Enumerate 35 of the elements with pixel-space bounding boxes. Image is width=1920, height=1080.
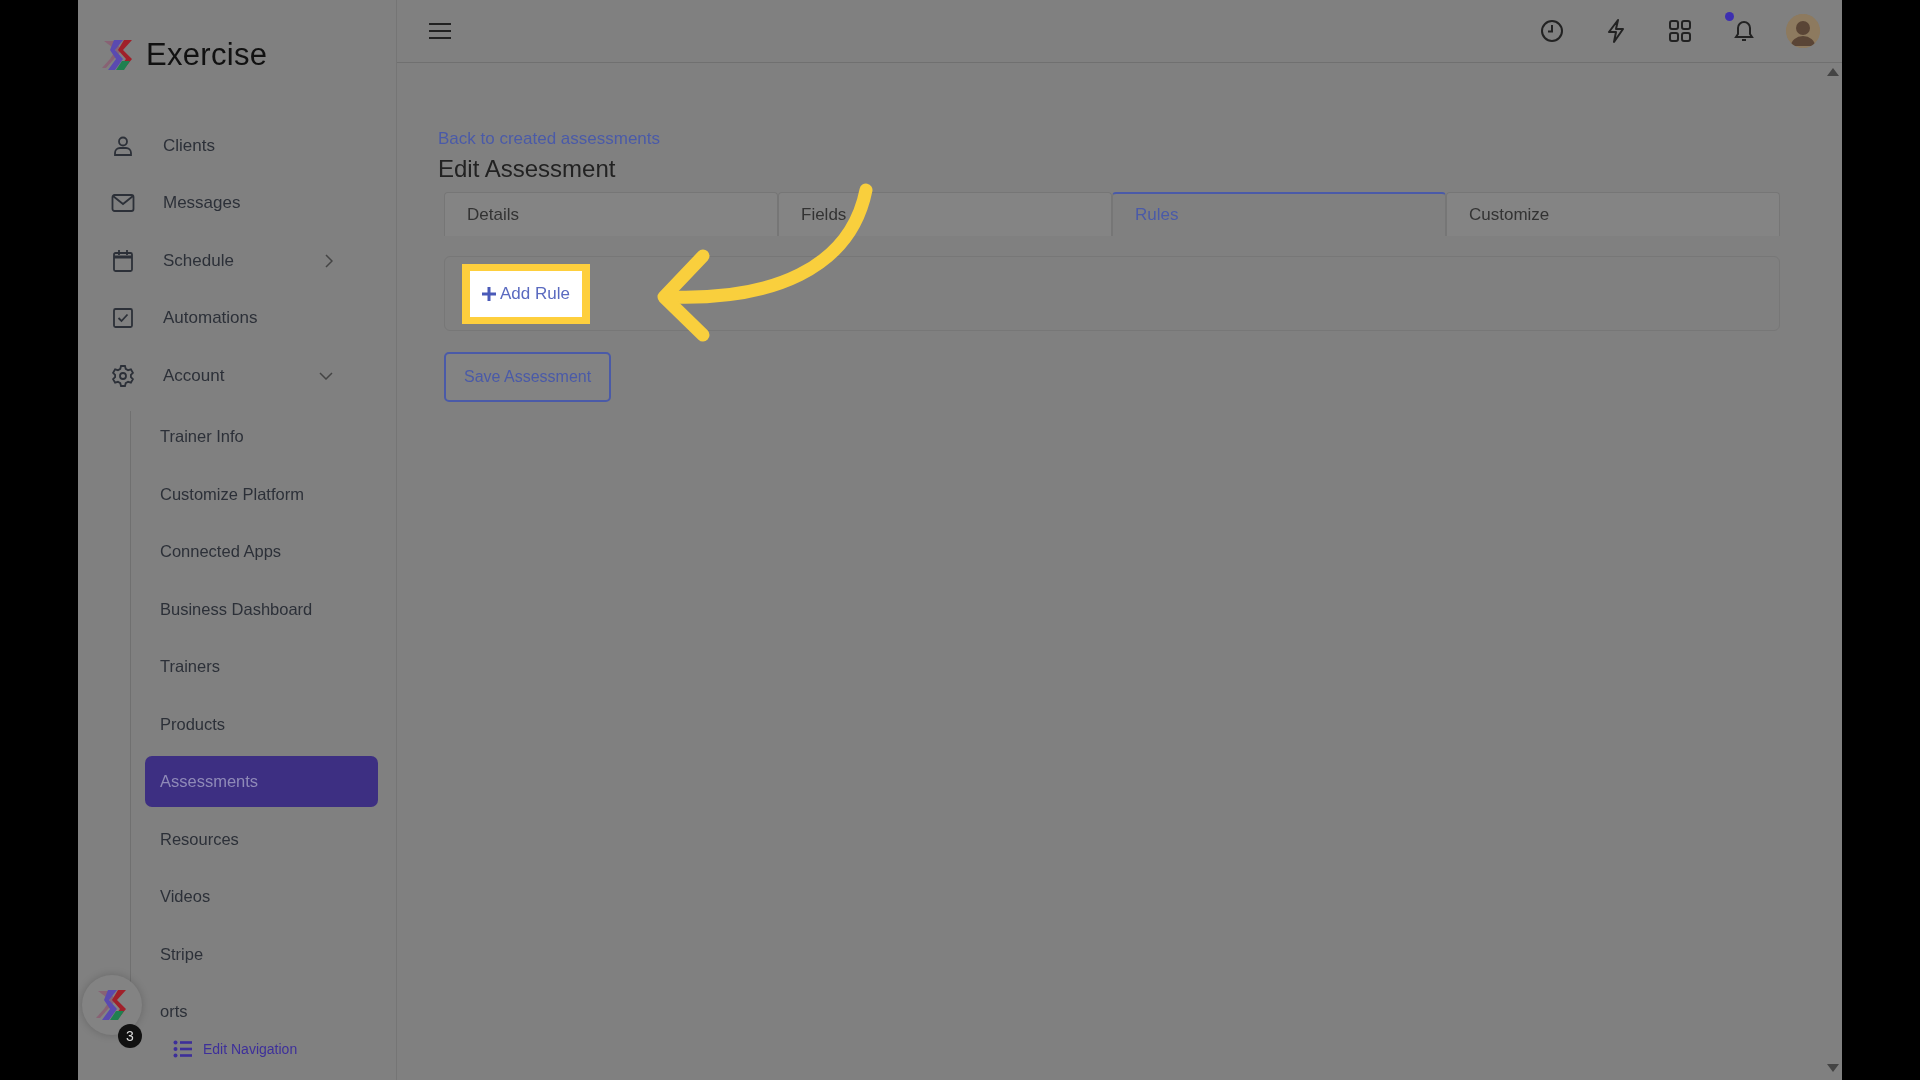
sidebar-item[interactable]: Automations [95,289,355,347]
sidebar-subitem[interactable]: Trainers [145,641,230,692]
tab[interactable]: Customize [1446,192,1780,236]
sidebar-item[interactable]: Account [95,347,355,405]
sidebar-subitem[interactable]: Videos [145,871,221,922]
scroll-down-icon[interactable] [1827,1064,1839,1072]
sidebar-subitem[interactable]: orts [145,986,198,1037]
scroll-up-icon[interactable] [1827,68,1839,76]
app-name: Exercise [146,37,268,73]
checkbox-icon [112,307,134,330]
avatar[interactable] [1786,14,1820,48]
sidebar-subitem[interactable]: Connected Apps [145,526,292,577]
sidebar-item[interactable]: Schedule [95,232,355,290]
sidebar-item[interactable]: Messages [95,174,355,232]
sidebar-subitem[interactable]: Resources [145,813,249,865]
count-badge: 3 [118,1024,142,1048]
sidebar-item[interactable]: Clients [95,117,355,175]
settings-icon [111,363,135,388]
edit-navigation-link[interactable]: Edit Navigation [203,1041,298,1057]
calendar-icon [112,248,134,273]
sidebar-subitem[interactable]: Products [145,698,236,750]
sidebar-subitem[interactable]: Stripe [145,928,214,980]
plus-icon [482,286,496,301]
tab[interactable]: Details [444,192,778,236]
page-title: Edit Assessment [438,155,617,183]
sidebar-subitem[interactable]: Customize Platform [145,468,314,520]
menu-icon[interactable] [429,22,451,40]
tab[interactable]: Fields [778,192,1112,236]
person-icon [112,134,134,157]
sidebar-subitem[interactable]: Assessments [145,756,378,807]
sidebar-subitem[interactable]: Business Dashboard [145,583,323,635]
add-rule-button[interactable]: Add Rule [470,270,582,317]
sidebar-subitem[interactable]: Trainer Info [145,411,254,462]
mail-icon [111,193,135,214]
list-icon [173,1040,193,1058]
